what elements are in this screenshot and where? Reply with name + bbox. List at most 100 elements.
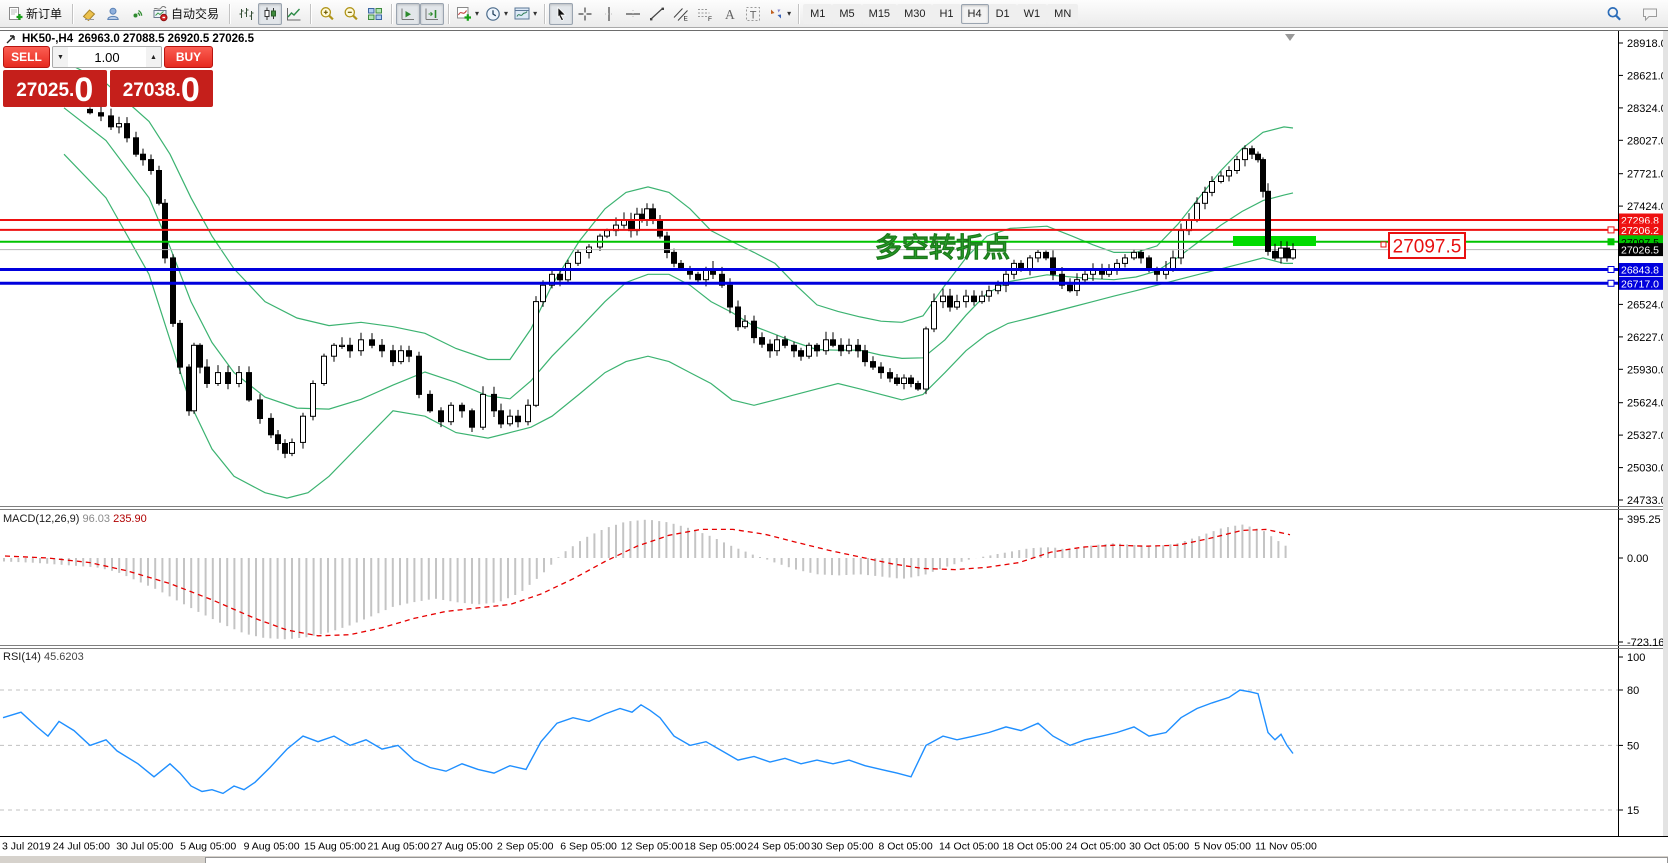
horizontal-line-button[interactable]: [621, 3, 645, 25]
toolbar-separator: [229, 4, 230, 24]
macd-axis-label: 395.25: [1627, 514, 1661, 526]
date-label[interactable]: 24 Oct 05:00: [1066, 841, 1126, 853]
autotrading-button-label: 自动交易: [170, 5, 222, 22]
crosshair-button[interactable]: [573, 3, 597, 25]
fibo-icon: F: [697, 6, 713, 22]
timeframe-mn-button[interactable]: MN: [1047, 4, 1078, 24]
publisher-button[interactable]: [101, 3, 125, 25]
zoom-in-button[interactable]: [315, 3, 339, 25]
dropdown-arrow-icon: ▾: [533, 9, 537, 18]
volume-stepper: ▼ ▲: [52, 46, 162, 68]
autotrading-button[interactable]: 自动交易: [149, 3, 225, 25]
volume-input[interactable]: [68, 47, 146, 67]
templates-button[interactable]: ▾: [511, 3, 540, 25]
bottom-dock-strip: [0, 856, 1668, 863]
date-label[interactable]: 3 Jul 2019: [2, 841, 51, 853]
new-order-button[interactable]: 新订单: [4, 3, 68, 25]
new-order-button-label: 新订单: [25, 5, 65, 22]
date-label[interactable]: 30 Oct 05:00: [1129, 841, 1189, 853]
price-tick-label: 28918.0: [1627, 38, 1667, 50]
date-label[interactable]: 6 Sep 05:00: [560, 841, 617, 853]
date-label[interactable]: 5 Nov 05:00: [1194, 841, 1251, 853]
label-t-icon: T: [745, 6, 761, 22]
price-tick-label: 28621.0: [1627, 70, 1667, 82]
timeframe-m5-button[interactable]: M5: [832, 4, 861, 24]
line-handle[interactable]: [1608, 239, 1614, 245]
chart-area[interactable]: 多空转折点27097.528918.028621.028324.028027.0…: [0, 28, 1668, 863]
rsi-axis-label: 50: [1627, 740, 1639, 752]
signals-icon: [129, 6, 145, 22]
text-button[interactable]: A: [717, 3, 741, 25]
candles-icon: [262, 6, 278, 22]
dropdown-arrow-icon: ▾: [787, 9, 791, 18]
eraser-button[interactable]: [77, 3, 101, 25]
svg-text:26843.8: 26843.8: [1621, 265, 1659, 277]
volume-increase-button[interactable]: ▲: [146, 47, 161, 67]
search-button[interactable]: [1602, 3, 1626, 25]
svg-text:E: E: [684, 15, 689, 22]
buy-button[interactable]: BUY: [164, 46, 213, 68]
date-label[interactable]: 27 Aug 05:00: [431, 841, 493, 853]
date-label[interactable]: 11 Nov 05:00: [1255, 841, 1317, 853]
equidistant-channel-button[interactable]: E: [669, 3, 693, 25]
chat-button[interactable]: [1638, 3, 1662, 25]
signals-button[interactable]: [125, 3, 149, 25]
sell-button[interactable]: SELL: [3, 46, 50, 68]
line-handle[interactable]: [1608, 227, 1614, 233]
annotation-text[interactable]: 多空转折点: [875, 232, 1010, 263]
candlestick-chart-button[interactable]: [258, 3, 282, 25]
chart-shift-button[interactable]: [420, 3, 444, 25]
date-label[interactable]: 24 Sep 05:00: [748, 841, 811, 853]
timeframe-h1-button[interactable]: H1: [932, 4, 960, 24]
date-label[interactable]: 18 Oct 05:00: [1002, 841, 1062, 853]
volume-decrease-button[interactable]: ▼: [53, 47, 68, 67]
date-label[interactable]: 9 Aug 05:00: [244, 841, 300, 853]
date-label[interactable]: 8 Oct 05:00: [878, 841, 932, 853]
line-chart-button[interactable]: [282, 3, 306, 25]
date-label[interactable]: 18 Sep 05:00: [684, 841, 747, 853]
line-icon: [286, 6, 302, 22]
date-label[interactable]: 15 Aug 05:00: [304, 841, 366, 853]
symbol-title: HK50-,H4: [22, 33, 73, 45]
timeframe-h4-button[interactable]: H4: [961, 4, 989, 24]
trendline-button[interactable]: [645, 3, 669, 25]
bottom-dock-panel[interactable]: [205, 857, 1668, 863]
auto-scroll-button[interactable]: [396, 3, 420, 25]
price-tick-label: 25030.0: [1627, 463, 1667, 475]
tile-icon: [367, 6, 383, 22]
timeframe-w1-button[interactable]: W1: [1017, 4, 1048, 24]
autotrading-icon: [152, 6, 168, 22]
line-handle[interactable]: [1608, 267, 1614, 273]
svg-text:A: A: [725, 7, 735, 22]
text-label-button[interactable]: T: [741, 3, 765, 25]
sell-price-main: 27025.: [16, 76, 74, 106]
sell-price[interactable]: 27025.0: [3, 70, 107, 107]
date-label[interactable]: 14 Oct 05:00: [939, 841, 999, 853]
date-label[interactable]: 30 Jul 05:00: [116, 841, 173, 853]
svg-text:27026.5: 27026.5: [1621, 245, 1659, 257]
timeframe-d1-button[interactable]: D1: [989, 4, 1017, 24]
tile-windows-button[interactable]: [363, 3, 387, 25]
line-handle[interactable]: [1608, 280, 1614, 286]
arrows-button[interactable]: ▾: [765, 3, 794, 25]
fibonacci-button[interactable]: F: [693, 3, 717, 25]
date-label[interactable]: 2 Sep 05:00: [497, 841, 554, 853]
date-label[interactable]: 5 Aug 05:00: [180, 841, 236, 853]
indicators-button[interactable]: ▾: [453, 3, 482, 25]
svg-text:27206.2: 27206.2: [1621, 225, 1659, 237]
timeframe-m30-button[interactable]: M30: [897, 4, 932, 24]
buy-price[interactable]: 27038.0: [110, 70, 214, 107]
timeframe-m1-button[interactable]: M1: [803, 4, 832, 24]
bar-chart-button[interactable]: [234, 3, 258, 25]
date-label[interactable]: 30 Sep 05:00: [811, 841, 874, 853]
cursor-button[interactable]: [549, 3, 573, 25]
timeframe-m15-button[interactable]: M15: [862, 4, 897, 24]
callout-anchor[interactable]: [1381, 242, 1386, 247]
periods-button[interactable]: ▾: [482, 3, 511, 25]
vertical-line-button[interactable]: [597, 3, 621, 25]
rsi-axis-label: 15: [1627, 805, 1639, 817]
date-label[interactable]: 21 Aug 05:00: [367, 841, 429, 853]
date-label[interactable]: 12 Sep 05:00: [621, 841, 684, 853]
zoom-out-button[interactable]: [339, 3, 363, 25]
date-label[interactable]: 24 Jul 05:00: [53, 841, 110, 853]
